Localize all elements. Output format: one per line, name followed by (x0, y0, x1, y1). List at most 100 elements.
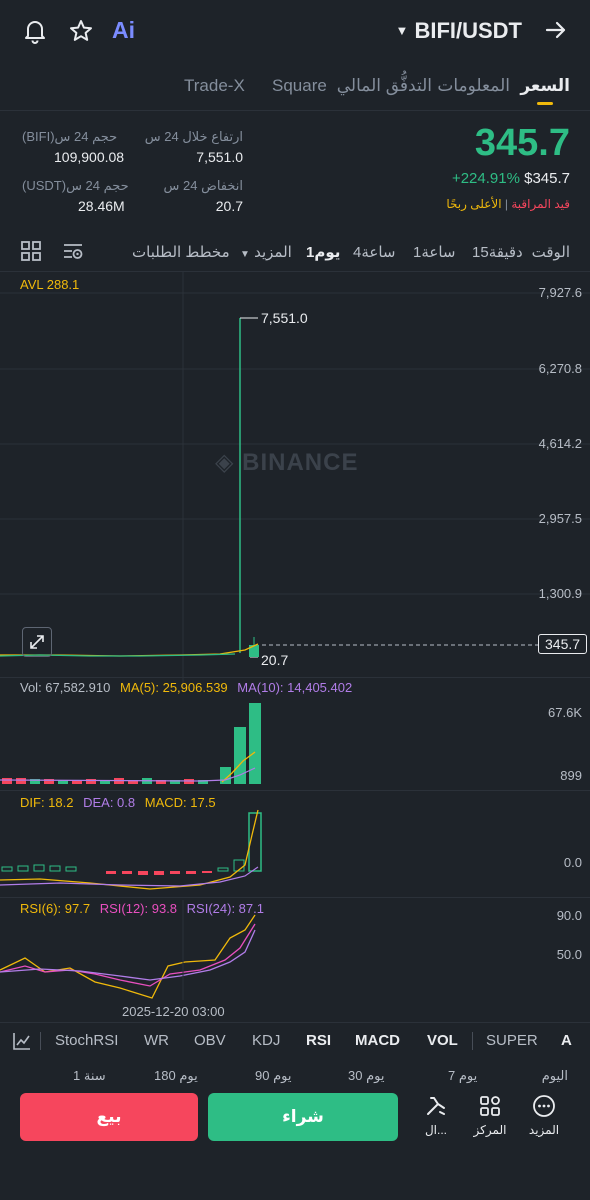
indicator-a[interactable]: A (561, 1032, 572, 1049)
tab-price-label: السعر (520, 76, 570, 95)
low-marker-label: 20.7 (261, 652, 289, 668)
indicator-rsi[interactable]: RSI (306, 1032, 331, 1049)
y-tick: 2,957.5 (538, 511, 582, 526)
timeframe-4h[interactable]: 4ساعة (353, 243, 395, 261)
tag-gainer[interactable]: الأعلى ربحًا (446, 197, 501, 211)
buy-button[interactable]: شراء (208, 1093, 398, 1141)
current-price-badge: 345.7 (538, 634, 588, 654)
y-tick: 1,300.9 (538, 586, 582, 601)
y-tick: 7,927.6 (538, 285, 582, 300)
price-change: +224.91% (451, 170, 520, 187)
divider (472, 1032, 473, 1050)
high-marker-label: 7,551.0 (261, 310, 308, 326)
rsi6-line (0, 914, 256, 999)
vol-quote-label: حجم 24 س(USDT) (22, 178, 129, 193)
vol-ma5: MA(5): 25,906.539 (119, 680, 228, 695)
tags-row: قيد المراقبة | الأعلى ربحًا (446, 197, 570, 211)
y-tick: 4,614.2 (538, 436, 582, 451)
tag-watch[interactable]: قيد المراقبة (511, 197, 570, 211)
rsi24-line (0, 929, 256, 981)
divider (0, 677, 590, 678)
vol-base-value: 109,900.08 (54, 149, 125, 165)
divider (0, 897, 590, 898)
more-timeframes-label: المزيد (254, 244, 292, 261)
divider (40, 1032, 41, 1050)
indicator-chart-icon[interactable] (12, 1031, 32, 1051)
indicator-wr[interactable]: WR (144, 1032, 169, 1049)
indicator-obv[interactable]: OBV (194, 1032, 226, 1049)
position-button[interactable]: المركز (472, 1094, 508, 1137)
divider (0, 1022, 590, 1023)
divider (0, 110, 590, 111)
rsi-date-label: 2025-12-20 03:00 (122, 1004, 225, 1019)
timeframe-1d[interactable]: 1يوم (306, 243, 340, 261)
indicator-macd[interactable]: MACD (355, 1032, 400, 1049)
tools-button[interactable]: ال... (418, 1094, 454, 1137)
indicator-kdj[interactable]: KDJ (252, 1032, 280, 1049)
timeframe-15m[interactable]: 15دقيقة (472, 243, 523, 261)
low-value: 20.7 (215, 198, 243, 214)
more-dots-icon (533, 1095, 555, 1117)
position-grid-icon (480, 1096, 500, 1116)
low-label: انخفاض 24 س (163, 178, 243, 193)
vol-value: Vol: 67,582.910 (20, 680, 111, 695)
price-change-row: +224.91% $345.7 (452, 170, 570, 187)
price-usd: $345.7 (524, 170, 570, 187)
more-timeframes[interactable]: ▼ المزيد (240, 243, 292, 261)
tab-active-indicator (537, 102, 554, 105)
macd-dea-line (0, 866, 259, 887)
chart-settings-icon[interactable] (62, 240, 84, 262)
share-arrow-icon[interactable] (544, 18, 568, 42)
orderbook-chart-tab[interactable]: مخطط الطلبات (132, 243, 230, 261)
indicator-super[interactable]: SUPER (486, 1032, 538, 1049)
tab-info[interactable]: المعلومات (437, 76, 510, 96)
vol-base-label: حجم 24 س(BIFI) (22, 129, 118, 144)
tab-trade-x[interactable]: Trade-X (184, 76, 245, 96)
vol-ma10: MA(10): 14,405.402 (237, 680, 353, 695)
ai-label: Ai (112, 17, 135, 43)
range-1y[interactable]: 1 سنة (73, 1068, 106, 1084)
tab-money-flow[interactable]: التدفُّق المالي (337, 76, 432, 96)
y-tick: 6,270.8 (538, 361, 582, 376)
indicator-stochrsi[interactable]: StochRSI (55, 1032, 118, 1049)
range-30d[interactable]: 30 يوم (348, 1068, 384, 1084)
range-7d[interactable]: 7 يوم (448, 1068, 477, 1084)
last-price: 345.7 (474, 122, 570, 164)
high-label: ارتفاع خلال 24 س (144, 129, 243, 144)
tag-separator: | (501, 197, 508, 211)
ai-icon[interactable]: Ai (112, 17, 135, 44)
volume-legend: Vol: 67,582.910 MA(5): 25,906.539 MA(10)… (20, 680, 352, 695)
price-chart[interactable] (0, 272, 590, 692)
more-button[interactable]: المزيد (526, 1094, 562, 1137)
caret-down-icon: ▼ (395, 23, 409, 38)
timeframe-time[interactable]: الوقت (532, 243, 570, 261)
volume-bars (2, 703, 261, 784)
divider (0, 790, 590, 791)
fullscreen-icon[interactable] (22, 627, 52, 657)
indicator-vol[interactable]: VOL (427, 1032, 458, 1049)
caret-down-icon: ▼ (240, 249, 250, 260)
sell-button-label: بيع (96, 1107, 122, 1126)
range-today[interactable]: اليوم (542, 1068, 568, 1084)
macd-dif-line (0, 809, 259, 890)
more-label: المزيد (528, 1123, 560, 1137)
rsi-chart (0, 900, 256, 1000)
layout-grid-icon[interactable] (20, 240, 42, 262)
tools-label: ال... (424, 1123, 448, 1137)
tools-icon (427, 1097, 445, 1115)
gridlines (0, 272, 590, 692)
range-180d[interactable]: 180 يوم (154, 1068, 198, 1084)
position-label: المركز (473, 1123, 507, 1137)
timeframe-1h[interactable]: 1ساعة (413, 243, 455, 261)
tab-square[interactable]: Square (272, 76, 327, 96)
volume-chart (0, 703, 261, 784)
buy-button-label: شراء (282, 1107, 324, 1126)
bell-icon[interactable] (22, 18, 48, 44)
tab-price[interactable]: السعر (520, 76, 570, 105)
pair-title: BIFI/USDT (414, 18, 522, 43)
vol-quote-value: 28.46M (78, 198, 125, 214)
pair-selector[interactable]: ▼ BIFI/USDT (395, 18, 522, 44)
sell-button[interactable]: بيع (20, 1093, 198, 1141)
range-90d[interactable]: 90 يوم (255, 1068, 291, 1084)
star-icon[interactable] (68, 18, 94, 44)
